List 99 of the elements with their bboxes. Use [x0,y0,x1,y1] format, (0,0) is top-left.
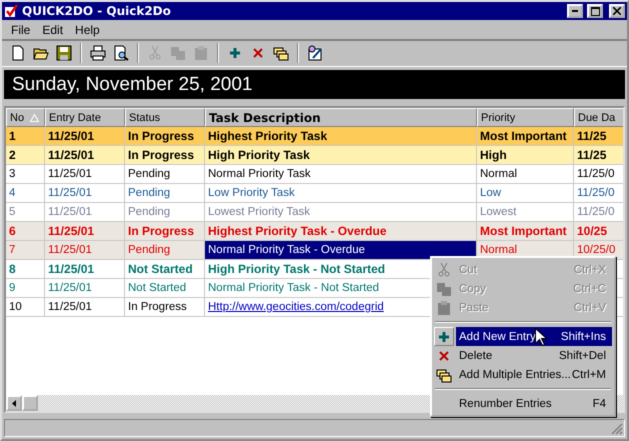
table-row[interactable]: 5 11/25/01 Pending Lowest Priority Task Lowest 11/25/0 [6,203,623,222]
new-file-icon [10,45,26,61]
table-cell: 11/25/01 [45,165,125,183]
minimize-icon [572,10,578,12]
column-header[interactable]: Priority [477,108,574,127]
table-cell: Normal Priority Task - Overdue [205,241,477,259]
table-cell: In Progress [125,146,205,164]
table-cell: 11/25/01 [45,222,125,240]
print-preview-icon [113,45,129,61]
table-cell: 3 [6,165,45,183]
table-cell: 11/25/01 [45,184,125,202]
table-cell: 11/25/01 [45,146,125,164]
table-cell: Highest Priority Task - Overdue [205,222,477,240]
table-cell: Not Started [125,260,205,278]
clipboard-icon [436,300,452,316]
scissors-icon [436,262,452,278]
table-cell: Pending [125,184,205,202]
menu-item[interactable]: Edit [37,22,68,36]
table-cell: In Progress [125,222,205,240]
link[interactable]: Http://www.geocities.com/codegrid [208,301,384,313]
table-cell: Normal [477,165,574,183]
resize-grip-icon[interactable] [611,423,623,435]
context-menu-item[interactable]: Renumber Entries F4 [434,394,612,413]
close-icon [613,7,621,15]
table-cell: 11/25/0 [574,203,623,221]
table-cell: 11/25/01 [45,203,125,221]
table-cell: Pending [125,203,205,221]
column-header[interactable]: No [6,108,45,127]
sort-arrow-icon [30,114,40,122]
table-row[interactable]: 2 11/25/01 In Progress High Priority Task High 11/25 [6,146,623,165]
table-cell: 11/25 [574,146,623,164]
date-text: Sunday, November 25, 2001 [12,74,252,96]
table-cell: Pending [125,165,205,183]
table-cell: 1 [6,127,45,145]
maximize-button[interactable] [587,4,603,18]
table-cell: 8 [6,260,45,278]
table-cell: Normal Priority Task [205,165,477,183]
stacked-cards-icon [436,366,452,382]
printer-icon [90,45,106,61]
table-cell: 11/25 [574,127,623,145]
table-cell: Most Important [477,127,574,145]
table-cell: Low Priority Task [205,184,477,202]
table-cell: Low [477,184,574,202]
toolbar-button[interactable] [88,43,108,63]
table-row[interactable]: 4 11/25/01 Pending Low Priority Task Low 11/25/0 [6,184,623,203]
table-cell: Highest Priority Task [205,127,477,145]
table-cell: 11/25/01 [45,298,125,316]
table-cell: In Progress [125,127,205,145]
table-cell: Not Started [125,279,205,297]
table-cell: 10/25 [574,222,623,240]
table-cell: 11/25/01 [45,279,125,297]
stacked-cards-icon [273,45,289,61]
copy-icon [170,45,186,61]
scroll-left-button[interactable] [6,395,22,411]
checkbox-tick-icon [4,4,18,18]
table-cell: 11/25/0 [574,184,623,202]
table-cell: 11/25/01 [45,241,125,259]
table-cell: 9 [6,279,45,297]
table-row[interactable]: 7 11/25/01 Pending Normal Priority Task - Overdue Normal 10/25/0 [6,241,623,260]
column-header[interactable]: Task Description [205,108,477,127]
table-cell: High [477,146,574,164]
context-menu-item[interactable]: Add Multiple Entries...Ctrl+M [434,365,612,384]
save-icon [56,45,72,61]
table-cell: 2 [6,146,45,164]
table-cell: Lowest Priority Task [205,203,477,221]
properties-icon [307,45,323,61]
table-cell: 6 [6,222,45,240]
minimize-button[interactable] [567,4,583,18]
table-cell: Lowest [477,203,574,221]
table-cell: 7 [6,241,45,259]
maximize-icon [590,6,600,16]
copy-icon [436,280,452,296]
table-cell: 11/25/0 [574,165,623,183]
table-cell: 11/25/01 [45,260,125,278]
table-cell: 4 [6,184,45,202]
table-cell: Most Important [477,222,574,240]
table-cell: High Priority Task [205,146,477,164]
column-header[interactable]: Status [125,108,205,127]
menu-item[interactable]: File [6,22,36,36]
scissors-icon [147,45,163,61]
close-button[interactable] [609,4,625,18]
table-row[interactable]: 1 11/25/01 In Progress Highest Priority Task Most Important 11/25 [6,127,623,146]
toolbar-button[interactable] [54,43,74,63]
table-cell: In Progress [125,298,205,316]
plus-icon [227,45,243,61]
menu-item[interactable]: Help [70,22,105,36]
table-row[interactable]: 3 11/25/01 Pending Normal Priority Task Normal 11/25/0 [6,165,623,184]
table-row[interactable]: 6 11/25/01 In Progress Highest Priority Task - Overdue Most Important 10/25 [6,222,623,241]
left-arrow-icon [12,400,16,406]
window-title: QUICK2DO - Quick2Do [22,4,172,18]
context-menu-item[interactable]: Delete Shift+Del [434,346,612,365]
clipboard-icon [193,45,209,61]
table-cell: 11/25/01 [45,127,125,145]
mouse-pointer-icon [535,328,547,347]
scroll-thumb[interactable] [22,395,38,411]
column-header[interactable]: Due Da [574,108,623,127]
column-header[interactable]: Entry Date [45,108,125,127]
table-cell: 5 [6,203,45,221]
table-cell: 10 [6,298,45,316]
